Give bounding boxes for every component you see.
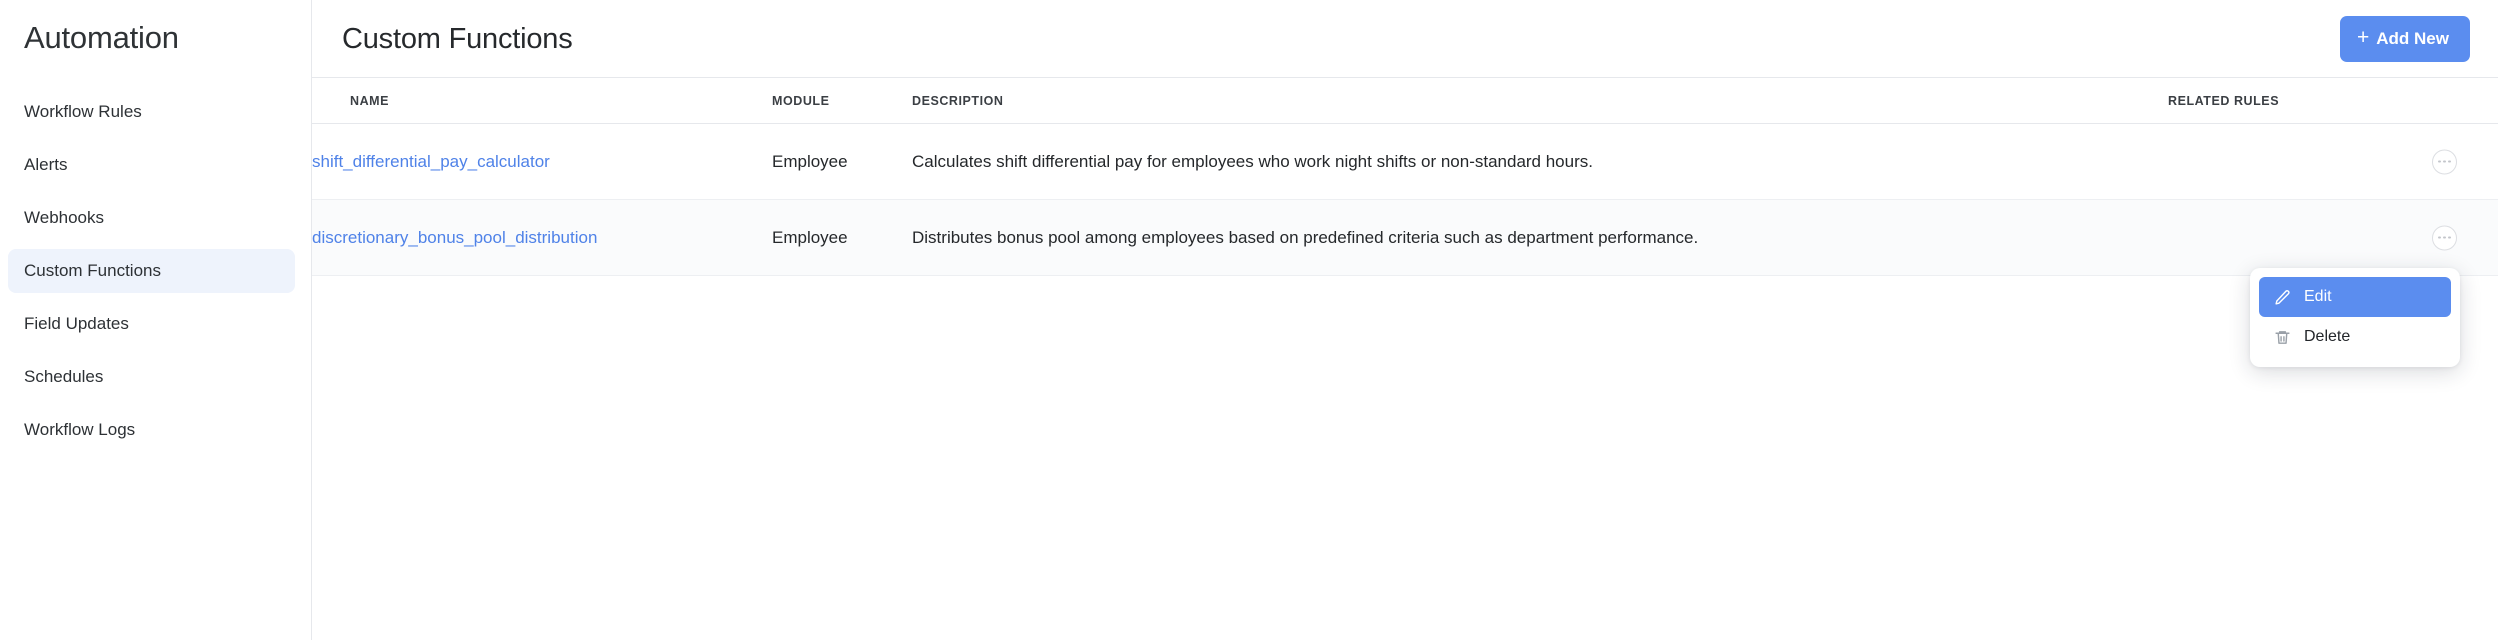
column-header-description[interactable]: DESCRIPTION <box>912 78 2168 124</box>
table-header-row: NAME MODULE DESCRIPTION RELATED RULES <box>312 78 2498 124</box>
table-body: shift_differential_pay_calculator Employ… <box>312 123 2498 276</box>
sidebar-item-workflow-logs[interactable]: Workflow Logs <box>8 408 295 452</box>
column-header-module[interactable]: MODULE <box>772 78 912 124</box>
dot <box>2443 236 2446 239</box>
sidebar-item-field-updates[interactable]: Field Updates <box>8 302 295 346</box>
app-root: Automation Workflow Rules Alerts Webhook… <box>0 0 2498 640</box>
dot <box>2438 236 2441 239</box>
table-row[interactable]: shift_differential_pay_calculator Employ… <box>312 123 2498 200</box>
sidebar-nav: Workflow Rules Alerts Webhooks Custom Fu… <box>0 90 311 452</box>
sidebar: Automation Workflow Rules Alerts Webhook… <box>0 0 312 640</box>
sidebar-item-webhooks[interactable]: Webhooks <box>8 196 295 240</box>
cell-description: Calculates shift differential pay for em… <box>912 123 2168 200</box>
row-context-menu: Edit Delete <box>2250 268 2460 367</box>
column-header-related-rules[interactable]: RELATED RULES <box>2168 78 2498 124</box>
add-new-button[interactable]: + Add New <box>2340 15 2470 62</box>
add-new-label: Add New <box>2376 28 2449 48</box>
sidebar-title: Automation <box>24 20 179 55</box>
sidebar-item-label: Workflow Rules <box>24 102 142 121</box>
sidebar-item-label: Alerts <box>24 155 68 174</box>
sidebar-item-schedules[interactable]: Schedules <box>8 355 295 399</box>
sidebar-item-label: Schedules <box>24 367 104 386</box>
sidebar-item-workflow-rules[interactable]: Workflow Rules <box>8 90 295 134</box>
cell-description: Distributes bonus pool among employees b… <box>912 199 2168 276</box>
dot <box>2443 160 2446 163</box>
main-content: Custom Functions + Add New NAME MODULE D… <box>312 0 2498 640</box>
sidebar-item-label: Workflow Logs <box>24 420 136 439</box>
sidebar-item-alerts[interactable]: Alerts <box>8 143 295 187</box>
page-header: Custom Functions + Add New <box>312 0 2498 78</box>
context-menu-item-delete[interactable]: Delete <box>2259 317 2451 357</box>
cell-name: discretionary_bonus_pool_distribution <box>312 199 772 276</box>
table-row[interactable]: discretionary_bonus_pool_distribution Em… <box>312 199 2498 276</box>
dot <box>2438 160 2441 163</box>
cell-related-rules <box>2168 199 2498 276</box>
pencil-icon <box>2273 288 2291 306</box>
trash-icon <box>2273 328 2291 346</box>
plus-icon: + <box>2357 26 2370 49</box>
cell-related-rules <box>2168 123 2498 200</box>
custom-functions-table: NAME MODULE DESCRIPTION RELATED RULES sh… <box>312 78 2498 276</box>
context-menu-item-label: Delete <box>2304 328 2351 345</box>
dot <box>2448 236 2451 239</box>
sidebar-item-custom-functions[interactable]: Custom Functions <box>8 249 295 293</box>
dot <box>2448 160 2451 163</box>
table-header: NAME MODULE DESCRIPTION RELATED RULES <box>312 78 2498 124</box>
more-options-icon[interactable] <box>2432 225 2457 250</box>
cell-module: Employee <box>772 123 912 200</box>
sidebar-item-label: Custom Functions <box>24 261 161 280</box>
sidebar-item-label: Webhooks <box>24 208 105 227</box>
page-title: Custom Functions <box>342 22 573 55</box>
context-menu-item-edit[interactable]: Edit <box>2259 277 2451 317</box>
function-name-link[interactable]: shift_differential_pay_calculator <box>312 152 550 171</box>
sidebar-item-label: Field Updates <box>24 314 129 333</box>
function-name-link[interactable]: discretionary_bonus_pool_distribution <box>312 228 597 247</box>
cell-module: Employee <box>772 199 912 276</box>
context-menu-item-label: Edit <box>2304 288 2332 305</box>
cell-name: shift_differential_pay_calculator <box>312 123 772 200</box>
more-options-icon[interactable] <box>2432 149 2457 174</box>
column-header-name[interactable]: NAME <box>312 78 772 124</box>
